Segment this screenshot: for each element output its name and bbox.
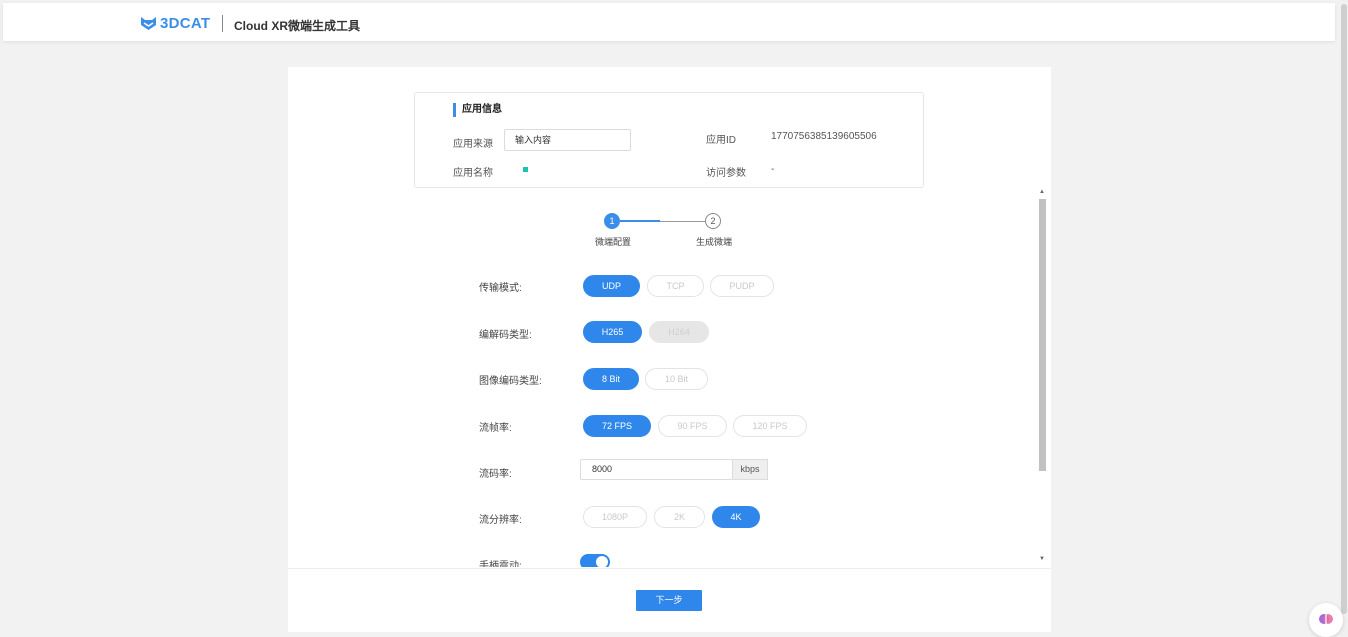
app-id-label: 应用ID (706, 135, 736, 146)
bitrate-label: 流码率: (479, 469, 512, 480)
logo-text: 3DCAT (160, 15, 211, 32)
toggle-knob (596, 556, 608, 567)
codec-label: 编解码类型: (479, 330, 532, 341)
step-2-circle: 2 (705, 213, 721, 229)
params-value: - (771, 164, 775, 175)
bitrate-unit: kbps (733, 459, 768, 480)
name-status-dot (523, 167, 528, 172)
window-scroll-thumb[interactable] (1341, 4, 1347, 614)
step-line-active (620, 220, 660, 222)
step-1-circle: 1 (604, 213, 620, 229)
top-header: 3DCAT Cloud XR微端生成工具 (3, 3, 1335, 41)
main-card: 应用信息 应用来源 输入内容 应用名称 应用ID 177075638513960… (288, 67, 1051, 632)
step-2-label: 生成微端 (696, 237, 733, 247)
params-label: 访问参数 (706, 168, 746, 179)
codec-h265-option[interactable]: H265 (583, 321, 642, 343)
app-info-box: 应用信息 应用来源 输入内容 应用名称 应用ID 177075638513960… (414, 92, 924, 188)
app-id-value: 1770756385139605506 (771, 131, 877, 142)
vibration-label: 手柄震动: (479, 561, 522, 567)
footer-divider (288, 568, 1051, 569)
transport-pudp-option[interactable]: PUDP (710, 275, 774, 297)
fps-90-option[interactable]: 90 FPS (658, 415, 727, 437)
scroll-up-icon[interactable]: ▲ (1039, 189, 1045, 195)
next-step-button[interactable]: 下一步 (636, 590, 702, 611)
step-line-inactive (660, 221, 705, 222)
transport-tcp-option[interactable]: TCP (647, 275, 704, 297)
fps-label: 流帧率: (479, 423, 512, 434)
source-label: 应用来源 (453, 139, 493, 150)
image-codec-8bit-option[interactable]: 8 Bit (583, 368, 639, 390)
codec-h264-option[interactable]: H264 (649, 321, 709, 343)
fps-120-option[interactable]: 120 FPS (733, 415, 807, 437)
config-scroll-area[interactable]: 1 2 微端配置 生成微端 传输模式: UDP TCP PUDP 编解码类型: … (414, 188, 1050, 567)
header-divider (222, 15, 223, 32)
page-title: Cloud XR微端生成工具 (234, 19, 360, 33)
inner-scrollbar[interactable]: ▲ ▼ (1037, 189, 1047, 569)
image-codec-label: 图像编码类型: (479, 376, 542, 387)
vibration-toggle[interactable] (580, 554, 610, 567)
image-codec-10bit-option[interactable]: 10 Bit (645, 368, 708, 390)
window-scrollbar[interactable] (1340, 0, 1348, 637)
bitrate-input[interactable]: 8000 (580, 459, 733, 480)
resolution-label: 流分辨率: (479, 515, 522, 526)
resolution-4k-option[interactable]: 4K (712, 506, 760, 528)
source-input[interactable]: 输入内容 (504, 129, 631, 151)
inner-scroll-thumb[interactable] (1039, 199, 1046, 471)
cat-logo-icon (141, 17, 156, 30)
transport-label: 传输模式: (479, 283, 522, 294)
resolution-2k-option[interactable]: 2K (654, 506, 705, 528)
step-1-label: 微端配置 (595, 237, 632, 247)
transport-udp-option[interactable]: UDP (583, 275, 640, 297)
scroll-down-icon[interactable]: ▼ (1039, 556, 1045, 562)
floating-assistant-button[interactable] (1309, 603, 1343, 637)
app-info-title: 应用信息 (453, 103, 502, 117)
resolution-1080p-option[interactable]: 1080P (583, 506, 647, 528)
fps-72-option[interactable]: 72 FPS (583, 415, 651, 437)
brand-logo[interactable]: 3DCAT (140, 15, 210, 32)
name-label: 应用名称 (453, 168, 493, 179)
brain-icon (1319, 614, 1333, 624)
